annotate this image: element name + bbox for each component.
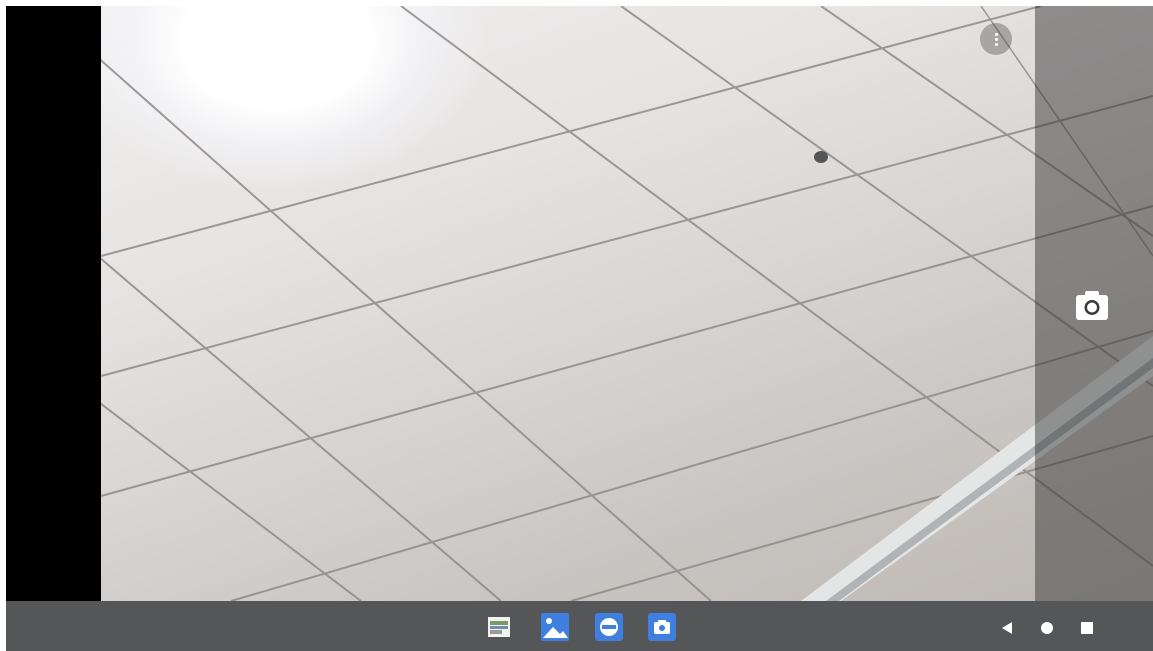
files-icon[interactable] (486, 614, 512, 640)
camera-icon[interactable] (1072, 288, 1112, 324)
back-triangle-icon[interactable] (1000, 620, 1014, 639)
recents-square-icon[interactable] (1080, 620, 1094, 639)
ceiling-grid-image (101, 6, 1153, 601)
photos-icon[interactable] (540, 612, 570, 642)
browser-icon[interactable] (594, 612, 624, 642)
device-screen (6, 6, 1153, 651)
letterbox-left (6, 6, 101, 601)
taskbar (6, 601, 1153, 651)
home-circle-icon[interactable] (1040, 620, 1054, 639)
camera-viewfinder[interactable] (101, 6, 1153, 601)
more-vert-icon[interactable] (980, 23, 1012, 55)
camera-app-icon[interactable] (647, 612, 677, 642)
